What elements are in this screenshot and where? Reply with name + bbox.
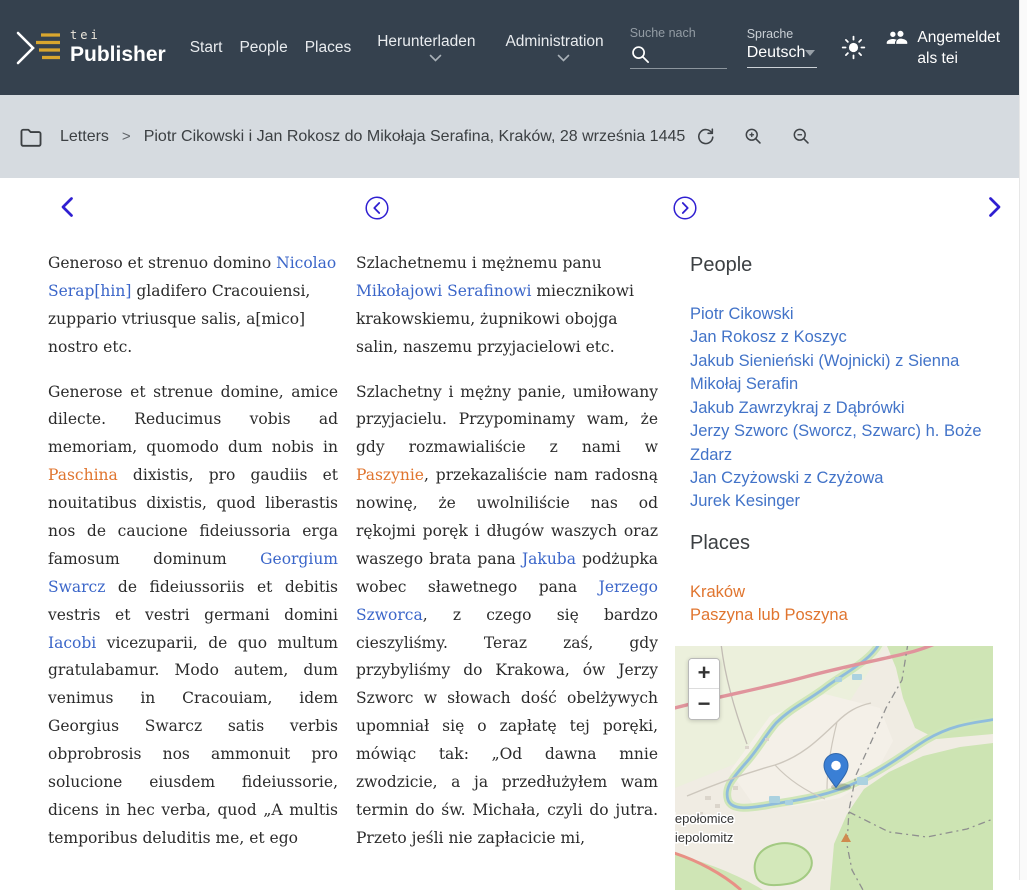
next-document-button[interactable] [981, 194, 1007, 220]
place-link[interactable]: Paszyna lub Poszyna [690, 604, 993, 627]
scrollbar[interactable] [1019, 0, 1027, 880]
caret-down-icon [805, 50, 815, 56]
document-title: Piotr Cikowski i Jan Rokosz do Mikołaja … [144, 128, 686, 146]
nav-people[interactable]: People [239, 39, 287, 57]
next-page-button[interactable] [671, 194, 699, 222]
tei-publisher-app: tei Publisher Start People Places Herunt… [0, 0, 1019, 890]
logo-text: tei Publisher [70, 28, 166, 67]
map-zoom-in-button[interactable]: + [689, 659, 719, 689]
theme-toggle-button[interactable] [841, 35, 866, 60]
place-link[interactable]: Paszynie [356, 466, 424, 484]
previous-page-button[interactable] [363, 194, 391, 222]
map-place-label: iepołomice [675, 811, 734, 826]
zoom-in-button[interactable] [743, 126, 764, 147]
text-run: Szlachetnemu i mężnemu panu [356, 254, 602, 272]
sun-icon [841, 35, 866, 60]
pagination-row [0, 194, 1019, 224]
person-link[interactable]: Jurek Kesinger [690, 490, 993, 513]
sidebar: People Piotr CikowskiJan Rokosz z Koszyc… [675, 250, 993, 890]
map-place-label: liepolomitz [675, 830, 733, 845]
person-link[interactable]: Piotr Cikowski [690, 303, 993, 326]
person-link[interactable]: Jakub Zawrzykraj z Dąbrówki [690, 397, 993, 420]
person-link[interactable]: Jakub Sienieński (Wojnicki) z Sienna [690, 350, 993, 373]
places-list: KrakówPaszyna lub Poszyna [675, 581, 993, 628]
paragraph: Generoso et strenuo domino Nicolao Serap… [48, 250, 338, 362]
toolbar [695, 126, 812, 147]
logo-tei-text: tei [70, 28, 166, 42]
search-label: Suche nach [630, 26, 727, 40]
person-link[interactable]: Jan Czyżowski z Czyżowa [690, 467, 993, 490]
text-run: Szlachetny i mężny panie, umiłowany przy… [356, 383, 658, 457]
paragraph: Szlachetny i mężny panie, umiłowany przy… [356, 379, 658, 853]
account-status[interactable]: Angemeldet als tei [886, 27, 1000, 69]
place-link[interactable]: Kraków [690, 581, 993, 604]
text-run: Generoso et strenuo domino [48, 254, 276, 272]
breadcrumb-bar: Letters > Piotr Cikowski i Jan Rokosz do… [0, 95, 1019, 178]
text-run: , z czego się bardzo cieszyliśmy. Teraz … [356, 606, 658, 847]
nav-administration[interactable]: Administration [505, 33, 603, 62]
previous-document-button[interactable] [55, 194, 81, 220]
content-area: Generoso et strenuo domino Nicolao Serap… [0, 250, 1019, 890]
paragraph: Szlachetnemu i mężnemu panu Mikołajowi S… [356, 250, 658, 362]
account-line1: Angemeldet [917, 27, 1000, 48]
account-line2: als tei [917, 48, 1000, 69]
nav-herunterladen-label: Herunterladen [377, 33, 475, 51]
tei-publisher-logo[interactable]: tei Publisher [14, 26, 166, 70]
document-view: Generoso et strenuo domino Nicolao Serap… [0, 194, 1019, 890]
latin-text-column: Generoso et strenuo domino Nicolao Serap… [48, 250, 338, 870]
breadcrumb-separator: > [122, 128, 131, 145]
text-run: Generose et strenue domine, amice dilect… [48, 383, 338, 457]
zoom-out-button[interactable] [791, 126, 812, 147]
person-link[interactable]: Mikołaj Serafin [690, 373, 993, 396]
person-link[interactable]: Jakuba [522, 550, 576, 568]
person-link[interactable]: Jerzy Szworc (Sworcz, Szwarc) h. Boże Zd… [690, 420, 993, 467]
person-link[interactable]: Jan Rokosz z Koszyc [690, 326, 993, 349]
nav-places[interactable]: Places [305, 39, 352, 57]
nav-herunterladen[interactable]: Herunterladen [377, 33, 475, 62]
people-list: Piotr CikowskiJan Rokosz z KoszycJakub S… [675, 303, 993, 514]
folder-icon [18, 124, 44, 150]
places-heading: Places [675, 532, 993, 555]
nav-start[interactable]: Start [190, 39, 223, 57]
text-run: vicezuparii, de quo multum gratulabamur.… [48, 634, 338, 847]
map-zoom-out-button[interactable]: − [689, 689, 719, 719]
person-link[interactable]: Iacobi [48, 634, 96, 652]
reload-button[interactable] [695, 126, 716, 147]
search-input[interactable] [655, 46, 727, 65]
paragraph: Generose et strenue domine, amice dilect… [48, 379, 338, 853]
person-link[interactable]: Mikołajowi Serafinowi [356, 282, 531, 300]
map-canvas: iepołomice liepolomitz [675, 646, 993, 890]
language-select[interactable]: Sprache Deutsch [747, 27, 818, 68]
breadcrumb-collection[interactable]: Letters [60, 128, 109, 146]
account-text: Angemeldet als tei [917, 27, 1000, 69]
topbar: tei Publisher Start People Places Herunt… [0, 0, 1019, 95]
logo-icon [14, 26, 64, 70]
map[interactable]: iepołomice liepolomitz + − [675, 646, 993, 890]
polish-text-column: Szlachetnemu i mężnemu panu Mikołajowi S… [356, 250, 658, 870]
people-heading: People [675, 254, 993, 277]
language-value: Deutsch [747, 44, 806, 62]
search-field: Suche nach [630, 26, 727, 69]
language-label: Sprache [747, 27, 818, 41]
place-link[interactable]: Paschina [48, 466, 118, 484]
main-nav: Start People Places Herunterladen Admini… [190, 33, 608, 62]
chevron-down-icon [429, 54, 442, 62]
logo-publisher-text: Publisher [70, 43, 166, 67]
language-row: Deutsch [747, 44, 818, 68]
search-row [630, 43, 727, 69]
users-icon [886, 30, 908, 45]
nav-administration-label: Administration [505, 33, 603, 51]
map-zoom-control: + − [688, 658, 720, 720]
chevron-down-icon [557, 54, 570, 62]
search-icon[interactable] [630, 44, 651, 65]
